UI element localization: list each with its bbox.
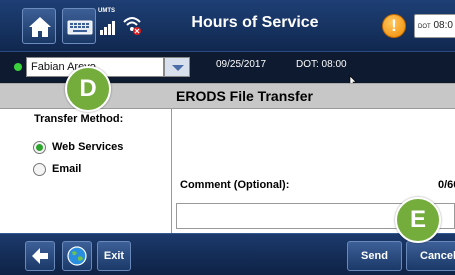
globe-icon — [67, 246, 87, 266]
dot-clock-label: DOT — [418, 24, 431, 30]
comment-label: Comment (Optional): — [180, 179, 290, 191]
wifi-off-icon — [123, 17, 141, 35]
signal-bars-icon — [100, 21, 115, 35]
transfer-method-label: Transfer Method: — [34, 113, 124, 125]
top-bar: UMTS Hours of Service ! DOT 08:0 — [0, 0, 455, 52]
radio-label-web-services: Web Services — [52, 141, 124, 153]
dot-clock-value: 08:0 — [433, 20, 453, 31]
dot-time: DOT: 08:00 — [296, 59, 347, 70]
send-button[interactable]: Send — [347, 241, 402, 271]
wifi-indicator — [122, 10, 142, 36]
alert-icon[interactable]: ! — [382, 14, 406, 38]
back-button[interactable] — [25, 241, 55, 271]
radio-email[interactable] — [33, 162, 46, 176]
radio-label-email: Email — [52, 163, 82, 175]
app-title: Hours of Service — [191, 14, 319, 31]
option-email[interactable]: Email — [33, 161, 81, 177]
exit-button[interactable]: Exit — [97, 241, 131, 271]
transfer-method-panel: Transfer Method: Web Services Email — [25, 109, 172, 233]
radio-web-services[interactable] — [33, 140, 46, 154]
callout-e: E — [395, 197, 441, 243]
dot-clock[interactable]: DOT 08:0 — [414, 14, 455, 38]
arrow-left-icon — [32, 248, 48, 264]
left-gutter — [0, 109, 25, 233]
page-title: ERODS File Transfer — [176, 88, 313, 104]
home-icon — [29, 17, 51, 37]
comment-char-count: 0/60 — [438, 179, 455, 191]
callout-d: D — [65, 66, 111, 112]
globe-button[interactable] — [62, 241, 92, 271]
current-date: 09/25/2017 — [216, 59, 267, 70]
cancel-button[interactable]: Cancel — [406, 241, 455, 271]
signal-indicator: UMTS — [98, 8, 122, 38]
bottom-bar: Exit Send Cancel — [0, 233, 455, 275]
driver-status-icon — [14, 63, 22, 71]
driver-dropdown-chevron-icon[interactable] — [164, 57, 190, 77]
keyboard-button[interactable] — [62, 8, 96, 44]
home-button[interactable] — [22, 8, 56, 44]
option-web-services[interactable]: Web Services — [33, 139, 123, 155]
keyboard-icon — [67, 20, 93, 35]
